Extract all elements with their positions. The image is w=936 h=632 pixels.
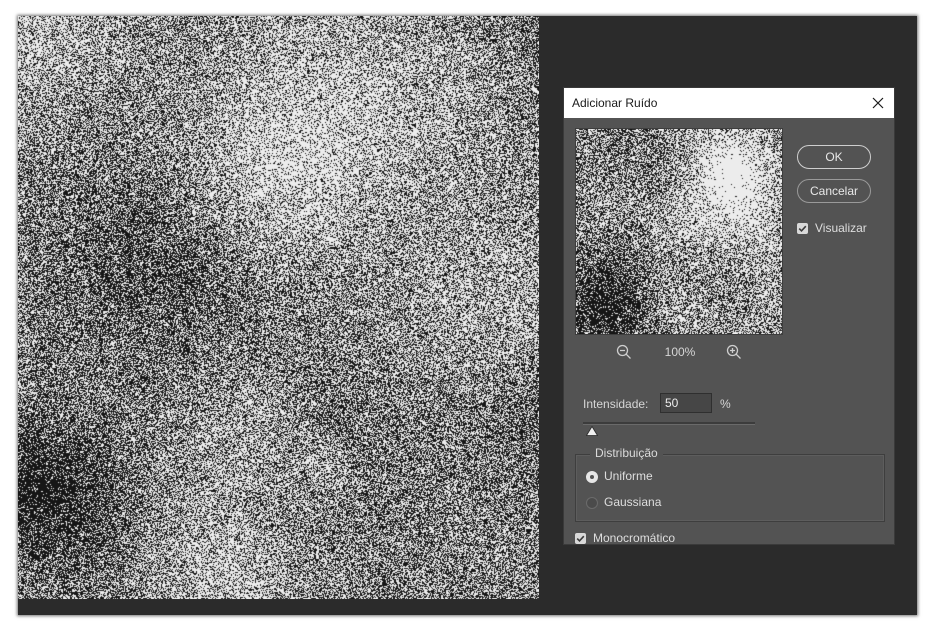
noise-image xyxy=(18,16,539,599)
uniform-label[interactable]: Uniforme xyxy=(604,469,653,483)
intensity-slider-thumb[interactable] xyxy=(585,426,598,436)
cancel-button[interactable]: Cancelar xyxy=(797,179,871,203)
preview-checkbox-label[interactable]: Visualizar xyxy=(815,221,867,235)
zoom-level: 100% xyxy=(664,345,696,359)
checkmark-icon xyxy=(798,225,807,233)
checkmark-icon xyxy=(576,535,585,543)
zoom-out-button[interactable] xyxy=(616,344,632,360)
zoom-in-icon xyxy=(726,344,741,359)
distribution-title: Distribuição xyxy=(590,446,663,460)
gaussian-radio[interactable] xyxy=(586,497,598,509)
intensity-label: Intensidade: xyxy=(583,397,649,411)
zoom-out-icon xyxy=(616,344,631,359)
preview-image xyxy=(576,129,782,334)
monochromatic-checkbox[interactable] xyxy=(575,533,586,544)
distribution-group xyxy=(575,454,885,522)
filter-preview[interactable] xyxy=(575,128,783,335)
gaussian-label[interactable]: Gaussiana xyxy=(604,495,661,509)
preview-checkbox[interactable] xyxy=(797,223,808,234)
monochromatic-label[interactable]: Monocromático xyxy=(593,531,675,545)
uniform-radio[interactable] xyxy=(586,471,598,483)
dialog-titlebar: Adicionar Ruído xyxy=(564,88,894,118)
zoom-in-button[interactable] xyxy=(726,344,742,360)
intensity-unit: % xyxy=(720,397,731,411)
document-canvas[interactable] xyxy=(18,16,539,599)
intensity-slider-track[interactable] xyxy=(583,422,755,425)
intensity-input[interactable] xyxy=(660,393,712,413)
dialog-title: Adicionar Ruído xyxy=(572,96,658,110)
close-button[interactable] xyxy=(866,91,890,115)
preview-zoom-controls: 100% xyxy=(576,344,782,362)
application-window: Adicionar Ruído 100% OK Cancelar Visuali… xyxy=(18,16,917,615)
workspace-bottom-strip xyxy=(18,599,917,615)
ok-button[interactable]: OK xyxy=(797,145,871,169)
close-icon xyxy=(872,97,884,109)
add-noise-dialog: Adicionar Ruído 100% OK Cancelar Visuali… xyxy=(564,88,894,545)
